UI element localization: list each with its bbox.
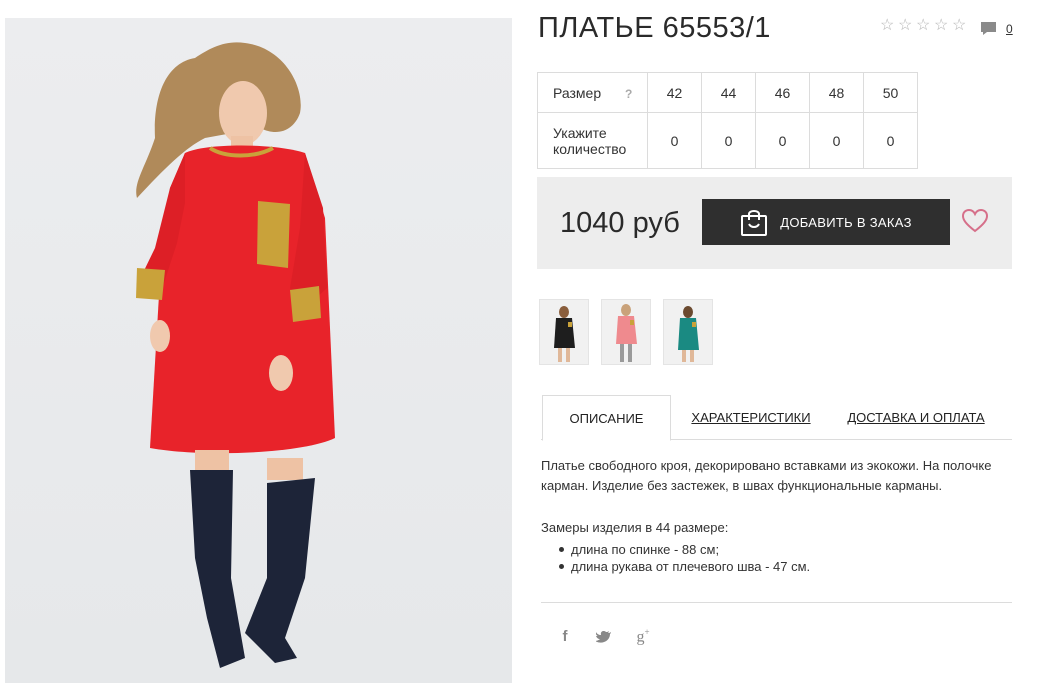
tab-characteristics[interactable]: ХАРАКТЕРИСТИКИ [691, 395, 811, 440]
heart-icon[interactable] [962, 209, 988, 233]
thumbnail-pink-dress[interactable] [601, 299, 651, 365]
product-description: Платье свободного кроя, декорировано вст… [541, 458, 992, 493]
price-box: 1040 руб ДОБАВИТЬ В ЗАКАЗ [537, 177, 1012, 269]
quantity-label: Укажите количество [537, 112, 648, 169]
social-share: f g+ [556, 627, 652, 646]
thumbnail-image [678, 306, 699, 362]
quantity-input[interactable]: 0 [701, 112, 756, 169]
quantity-input[interactable]: 0 [809, 112, 864, 169]
size-help-icon[interactable]: ? [625, 87, 632, 101]
product-title: ПЛАТЬЕ 65553/1 [538, 12, 771, 44]
facebook-icon[interactable]: f [556, 628, 574, 645]
size-row: Размер ? 42 44 46 48 50 [537, 72, 918, 113]
tab-description[interactable]: ОПИСАНИЕ [542, 395, 671, 441]
size-value: 46 [755, 72, 810, 113]
measures-title: Замеры изделия в 44 размере: [541, 520, 729, 535]
comment-icon [981, 22, 996, 35]
twitter-icon[interactable] [596, 630, 612, 644]
size-value: 48 [809, 72, 864, 113]
quantity-input[interactable]: 0 [647, 112, 702, 169]
model-image [136, 42, 335, 668]
quantity-row: Укажите количество 0 0 0 0 0 [537, 112, 918, 169]
product-tabs: ОПИСАНИЕ ХАРАКТЕРИСТИКИ ДОСТАВКА И ОПЛАТ… [541, 395, 1012, 441]
product-photo[interactable] [5, 18, 512, 683]
product-price: 1040 руб [560, 207, 680, 239]
size-value: 50 [863, 72, 918, 113]
comment-count[interactable]: 0 [1006, 22, 1013, 36]
add-to-order-label: ДОБАВИТЬ В ЗАКАЗ [780, 214, 912, 230]
size-value: 44 [701, 72, 756, 113]
color-thumbnails [539, 299, 713, 365]
list-item: длина по спинке - 88 см; [557, 541, 810, 558]
size-label: Размер [553, 84, 602, 101]
star-icon[interactable]: ☆ [916, 18, 932, 34]
size-quantity-table: Размер ? 42 44 46 48 50 Укажите количест… [537, 72, 918, 169]
thumbnail-image [554, 306, 575, 362]
star-icon[interactable]: ☆ [880, 18, 896, 34]
size-value: 42 [647, 72, 702, 113]
divider [541, 602, 1012, 603]
size-label-cell: Размер ? [537, 72, 648, 113]
star-icon[interactable]: ☆ [898, 18, 914, 34]
measures-list: длина по спинке - 88 см; длина рукава от… [557, 541, 810, 575]
comments-link[interactable]: 0 [980, 21, 1013, 36]
thumbnail-image [616, 304, 637, 362]
quantity-input[interactable]: 0 [863, 112, 918, 169]
star-icon[interactable]: ☆ [952, 18, 968, 34]
thumbnail-teal-dress[interactable] [663, 299, 713, 365]
quantity-input[interactable]: 0 [755, 112, 810, 169]
rating-stars[interactable]: ☆ ☆ ☆ ☆ ☆ [880, 18, 968, 34]
list-item: длина рукава от плечевого шва - 47 см. [557, 558, 810, 575]
add-to-order-button[interactable]: ДОБАВИТЬ В ЗАКАЗ [702, 199, 950, 245]
thumbnail-black-dress[interactable] [539, 299, 589, 365]
google-plus-icon[interactable]: g+ [634, 627, 652, 646]
tab-delivery-payment[interactable]: ДОСТАВКА И ОПЛАТА [846, 395, 986, 440]
shopping-bag-icon [741, 210, 768, 236]
star-icon[interactable]: ☆ [934, 18, 950, 34]
